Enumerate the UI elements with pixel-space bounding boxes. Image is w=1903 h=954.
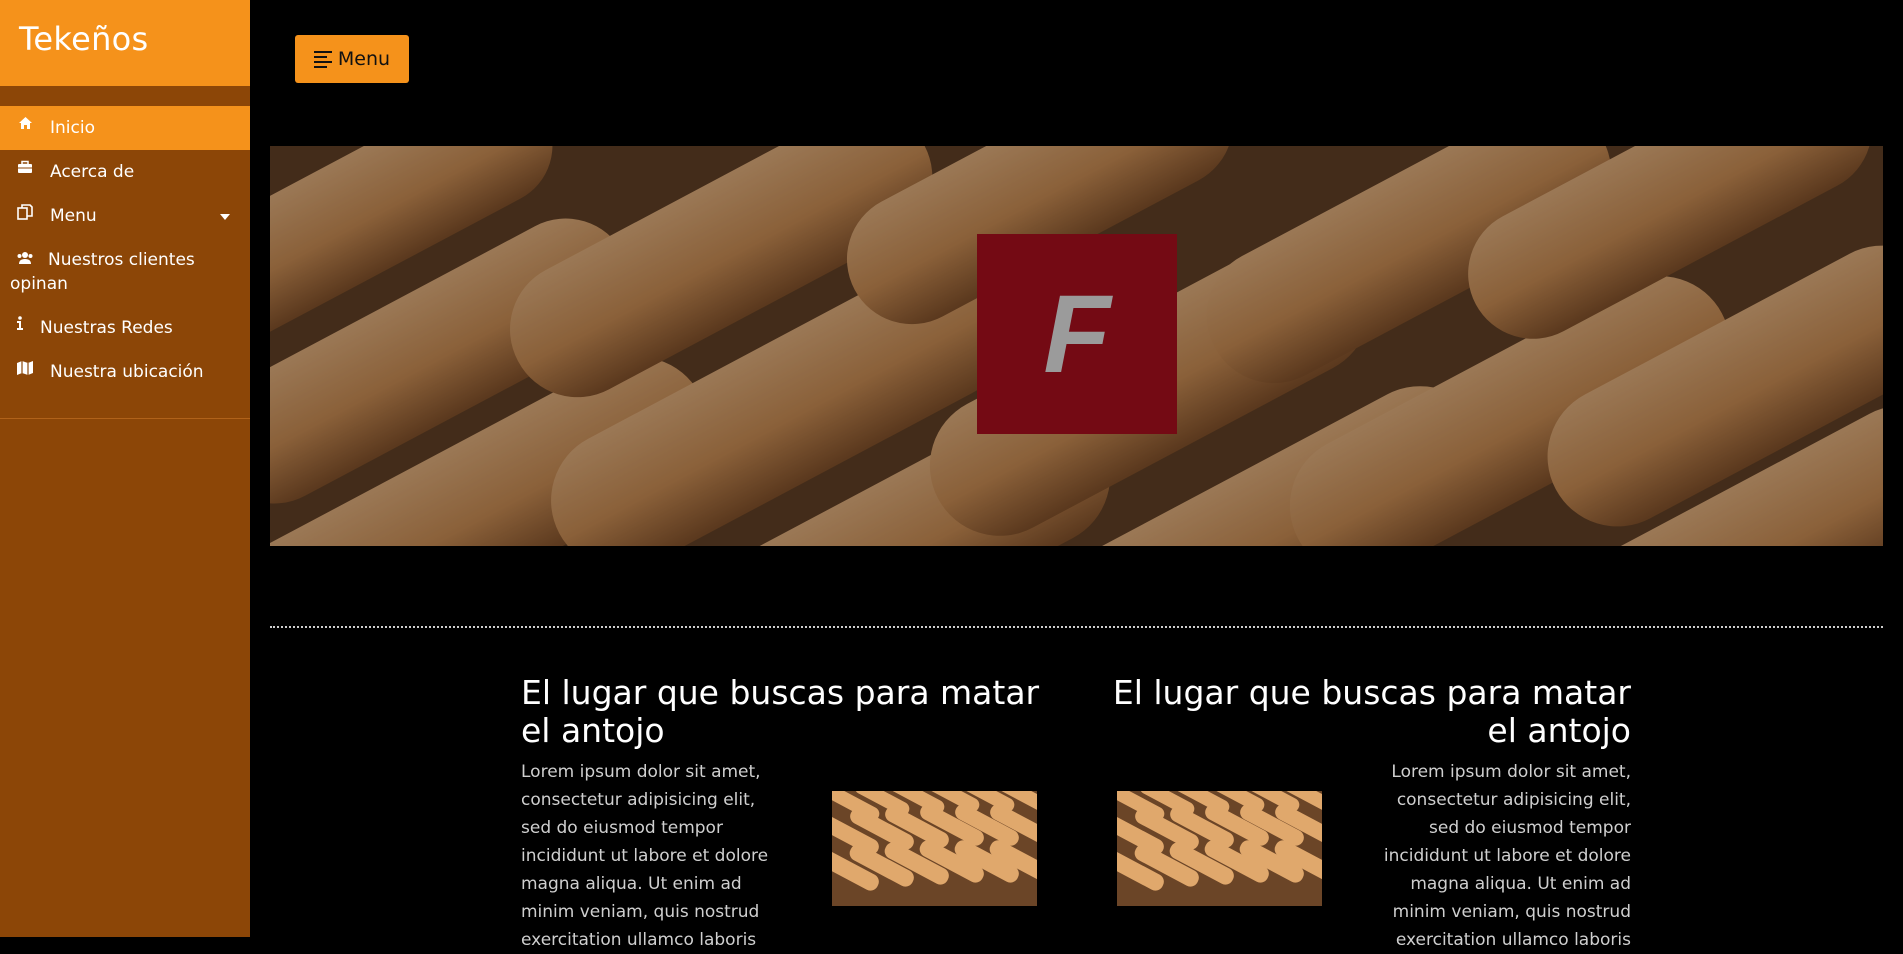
copy-icon	[10, 204, 40, 220]
sidebar-item-label: Inicio	[50, 118, 95, 138]
brand-title[interactable]: Tekeños	[0, 0, 250, 86]
feature-title: El lugar que buscas para matar el antojo	[1112, 673, 1631, 750]
feature-text: Lorem ipsum dolor sit amet, consectetur …	[521, 762, 769, 950]
sidebar: Tekeños Inicio Acerca de Menu Nuestros c…	[0, 0, 250, 937]
info-icon	[10, 316, 30, 331]
home-icon	[10, 116, 40, 130]
feature-image	[1117, 791, 1322, 906]
align-left-icon	[313, 50, 332, 68]
section-divider	[270, 626, 1883, 628]
sidebar-item-label: Acerca de	[50, 162, 135, 182]
logo-letter: F	[1043, 272, 1111, 396]
caret-down-icon[interactable]	[220, 214, 230, 220]
menu-toggle-button[interactable]: Menu	[295, 35, 409, 83]
brand-logo: F	[977, 234, 1177, 434]
sidebar-item-label: Nuestra ubicación	[50, 362, 204, 382]
sidebar-item-clientes[interactable]: Nuestros clientes opinan	[0, 238, 250, 306]
sidebar-item-label: Nuestras Redes	[40, 318, 173, 338]
sidebar-item-redes[interactable]: Nuestras Redes	[0, 306, 250, 350]
sidebar-item-ubicacion[interactable]: Nuestra ubicación	[0, 350, 250, 394]
sidebar-nav: Inicio Acerca de Menu Nuestros clientes …	[0, 86, 250, 419]
sidebar-item-label: Menu	[50, 206, 97, 226]
briefcase-icon	[10, 160, 40, 174]
hero-banner: F	[270, 146, 1883, 546]
feature-text: Lorem ipsum dolor sit amet, consectetur …	[1383, 762, 1631, 950]
sidebar-item-inicio[interactable]: Inicio	[0, 106, 250, 150]
menu-button-label: Menu	[337, 48, 391, 70]
map-icon	[10, 360, 40, 376]
sidebar-item-menu[interactable]: Menu	[0, 194, 250, 238]
sidebar-item-acerca-de[interactable]: Acerca de	[0, 150, 250, 194]
feature-title: El lugar que buscas para matar el antojo	[521, 673, 1040, 750]
feature-image	[832, 791, 1037, 906]
users-icon	[10, 251, 40, 265]
